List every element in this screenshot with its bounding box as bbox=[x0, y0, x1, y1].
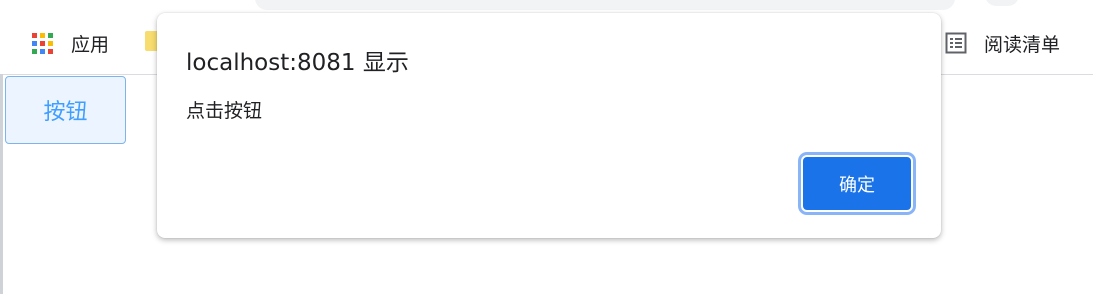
apps-grid-icon bbox=[32, 32, 53, 54]
address-bar[interactable] bbox=[255, 0, 955, 10]
reading-list-label: 阅读清单 bbox=[984, 33, 1061, 56]
profile-button[interactable] bbox=[985, 0, 1019, 6]
browser-window: 应用 阅读清单 按钮 localhost:8081 显示 点击按钮 确定 bbox=[0, 0, 1093, 294]
bookmark-apps-label: 应用 bbox=[71, 33, 110, 56]
dialog-message: 点击按钮 bbox=[186, 100, 263, 122]
page-button[interactable]: 按钮 bbox=[5, 76, 126, 144]
reading-list-button[interactable]: 阅读清单 bbox=[944, 30, 1060, 56]
alert-dialog: localhost:8081 显示 点击按钮 确定 bbox=[157, 13, 941, 238]
reading-list-icon bbox=[945, 32, 967, 54]
ok-button[interactable]: 确定 bbox=[801, 155, 913, 212]
dialog-title: localhost:8081 显示 bbox=[186, 50, 409, 76]
bookmark-apps[interactable]: 应用 bbox=[32, 30, 109, 56]
page-edge-divider bbox=[0, 74, 3, 294]
